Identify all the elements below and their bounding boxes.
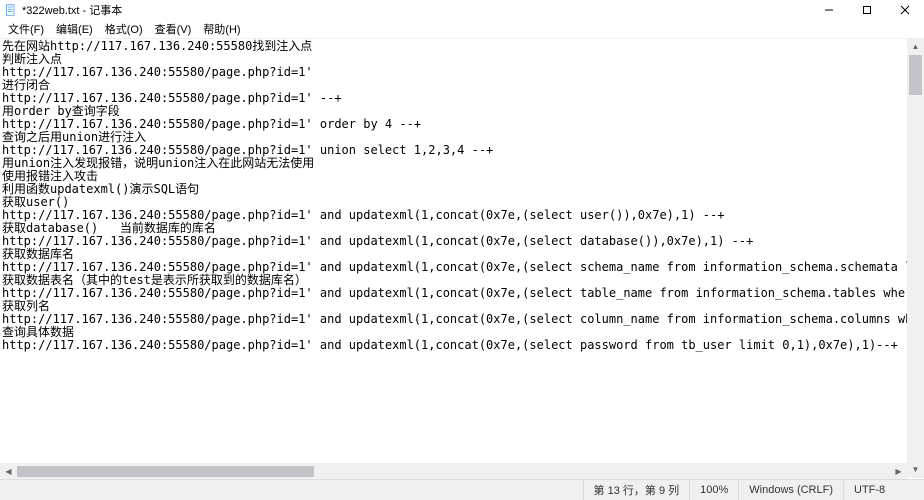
editor-area[interactable]: 先在网站http://117.167.136.240:55580找到注入点 判断… [0,39,924,477]
title-bar: *322web.txt - 记事本 [0,0,924,20]
scroll-left-arrow-icon[interactable]: ◀ [0,463,17,480]
menu-bar: 文件(F) 编辑(E) 格式(O) 查看(V) 帮助(H) [0,20,924,39]
window-title: *322web.txt - 记事本 [22,2,810,18]
maximize-button[interactable] [848,0,886,20]
horizontal-scrollbar[interactable]: ◀ ▶ [0,463,907,480]
menu-file[interactable]: 文件(F) [2,20,50,38]
vertical-scrollbar[interactable]: ▲ ▼ [907,38,924,478]
status-encoding: UTF-8 [843,480,924,500]
horizontal-scroll-track[interactable] [17,463,890,480]
editor-text[interactable]: 先在网站http://117.167.136.240:55580找到注入点 判断… [0,39,924,353]
status-bar: 第 13 行，第 9 列 100% Windows (CRLF) UTF-8 [0,479,924,500]
status-zoom: 100% [689,480,738,500]
close-button[interactable] [886,0,924,20]
menu-help[interactable]: 帮助(H) [197,20,246,38]
minimize-button[interactable] [810,0,848,20]
scroll-down-arrow-icon[interactable]: ▼ [907,461,924,478]
scroll-up-arrow-icon[interactable]: ▲ [907,38,924,55]
window-controls [810,0,924,20]
status-cursor-position: 第 13 行，第 9 列 [583,480,690,500]
vertical-scroll-thumb[interactable] [909,55,922,95]
menu-view[interactable]: 查看(V) [149,20,198,38]
menu-format[interactable]: 格式(O) [99,20,149,38]
scroll-right-arrow-icon[interactable]: ▶ [890,463,907,480]
menu-edit[interactable]: 编辑(E) [50,20,99,38]
status-line-ending: Windows (CRLF) [738,480,843,500]
horizontal-scroll-thumb[interactable] [17,466,314,477]
notepad-icon [4,3,18,17]
